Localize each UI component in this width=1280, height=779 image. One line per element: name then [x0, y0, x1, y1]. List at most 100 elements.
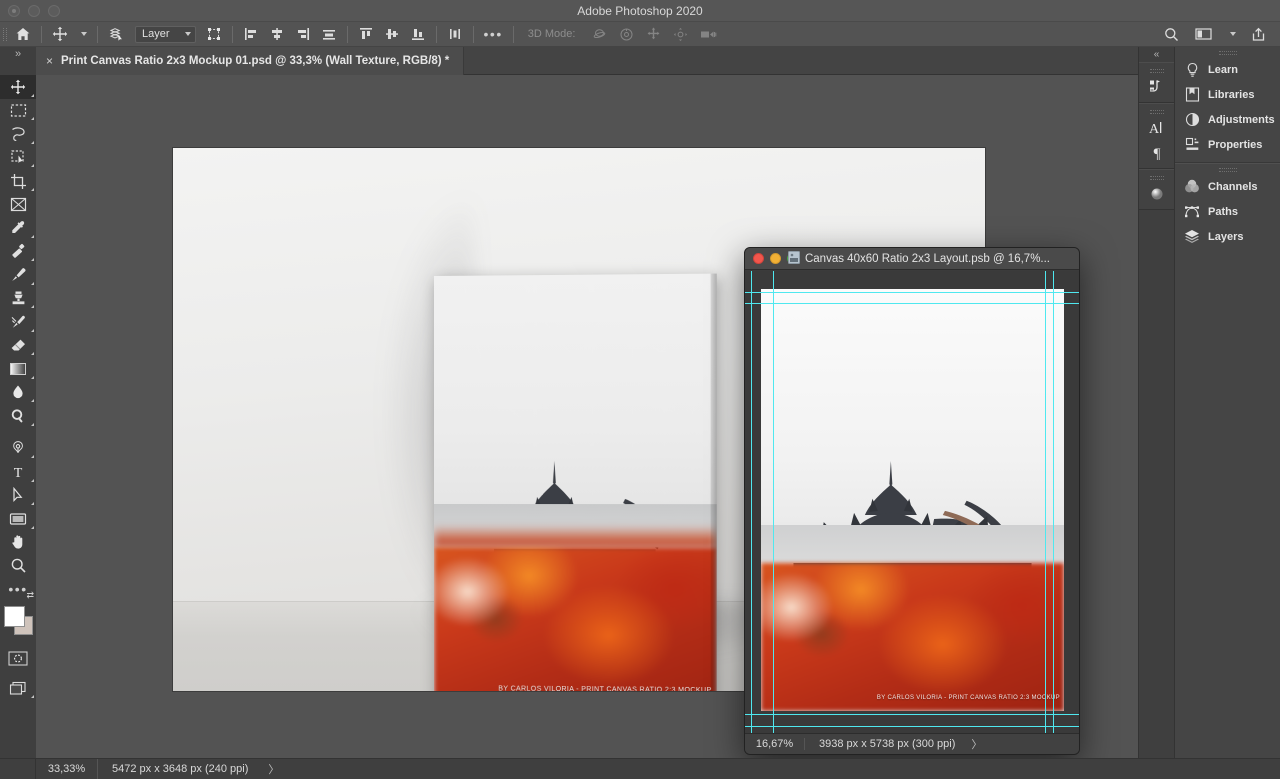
guide-vertical-4[interactable] — [1053, 271, 1054, 734]
character-panel-icon[interactable]: A — [1139, 115, 1174, 140]
move-tool-icon[interactable] — [47, 22, 73, 47]
roll-3d-icon[interactable] — [613, 22, 640, 47]
align-right-icon[interactable] — [290, 22, 316, 47]
lasso-tool[interactable] — [0, 122, 36, 146]
distribute-v-icon[interactable] — [442, 22, 468, 47]
align-center-h-icon[interactable] — [264, 22, 290, 47]
pan-3d-icon[interactable] — [640, 22, 667, 47]
guide-horizontal-4[interactable] — [745, 726, 1079, 727]
guide-vertical-3[interactable] — [1045, 271, 1046, 734]
frame-tool[interactable] — [0, 193, 36, 217]
orbit-3d-icon[interactable] — [586, 22, 613, 47]
floating-document-window[interactable]: Canvas 40x60 Ratio 2x3 Layout.psb @ 16,7… — [744, 247, 1080, 755]
dodge-tool[interactable] — [0, 404, 36, 428]
zoom-tool[interactable] — [0, 554, 36, 578]
floating-canvas[interactable]: BY CARLOS VILORIA - PRINT CANVAS RATIO 2… — [761, 289, 1064, 711]
panel-dock-grip[interactable] — [1175, 47, 1280, 57]
tool-flyout-indicator — [31, 93, 34, 97]
hand-tool[interactable] — [0, 531, 36, 555]
spot-healing-brush-tool[interactable] — [0, 240, 36, 264]
guide-horizontal-1[interactable] — [745, 292, 1079, 293]
align-left-icon[interactable] — [238, 22, 264, 47]
brush-tool[interactable] — [0, 263, 36, 287]
photoshop-window: Adobe Photoshop 2020 Layer ••• 3D Mode: … — [0, 0, 1280, 779]
guide-horizontal-3[interactable] — [745, 714, 1079, 715]
swap-colors-icon[interactable]: ⇄ — [26, 590, 34, 601]
styles-panel-icon[interactable] — [1139, 181, 1174, 206]
history-panel-icon[interactable] — [1139, 74, 1174, 99]
more-options-button[interactable]: ••• — [479, 22, 508, 47]
rectangle-tool[interactable] — [0, 507, 36, 531]
workspace-dropdown[interactable] — [1222, 22, 1241, 47]
panel-properties-label: Properties — [1208, 138, 1263, 151]
align-top-icon[interactable] — [353, 22, 379, 47]
show-transform-controls-icon[interactable] — [201, 22, 227, 47]
search-icon[interactable] — [1158, 22, 1185, 47]
tool-flyout-indicator — [31, 281, 34, 285]
panel-paths[interactable]: Paths — [1175, 199, 1280, 224]
foreground-color-swatch[interactable] — [4, 606, 25, 627]
pen-tool[interactable] — [0, 437, 36, 461]
type-tool[interactable]: T — [0, 460, 36, 484]
floating-window-title-bar[interactable]: Canvas 40x60 Ratio 2x3 Layout.psb @ 16,7… — [745, 248, 1079, 270]
divider — [41, 25, 42, 43]
crop-tool[interactable] — [0, 169, 36, 193]
panel-libraries[interactable]: Libraries — [1175, 82, 1280, 107]
quick-mask-icon[interactable] — [0, 647, 36, 671]
move-tool[interactable] — [0, 75, 36, 99]
align-bottom-icon[interactable] — [405, 22, 431, 47]
camera-3d-icon[interactable] — [694, 22, 722, 47]
tools-panel: T ••• ⇄ — [0, 75, 36, 758]
guide-horizontal-2[interactable] — [745, 303, 1079, 304]
floating-window-body[interactable]: BY CARLOS VILORIA - PRINT CANVAS RATIO 2… — [745, 271, 1079, 734]
path-selection-tool[interactable] — [0, 484, 36, 508]
layer-scope-select[interactable]: Layer — [130, 22, 201, 47]
blur-tool[interactable] — [0, 381, 36, 405]
collapse-dock-button[interactable]: « — [1139, 47, 1174, 62]
divider — [97, 25, 98, 43]
move-tool-dropdown[interactable] — [73, 22, 92, 47]
align-center-v-icon[interactable] — [379, 22, 405, 47]
status-expand-arrow[interactable]: 〉 — [268, 761, 279, 777]
document-tab[interactable]: × Print Canvas Ratio 2x3 Mockup 01.psd @… — [36, 47, 465, 75]
panel-adjustments[interactable]: Adjustments — [1175, 107, 1280, 132]
tool-flyout-indicator — [31, 422, 34, 426]
tool-flyout-indicator — [31, 352, 34, 355]
history-brush-tool[interactable] — [0, 310, 36, 334]
panel-properties[interactable]: Properties — [1175, 132, 1280, 157]
zoom-level[interactable]: 33,33% — [36, 758, 98, 779]
guide-vertical-1[interactable] — [751, 271, 752, 734]
panel-channels[interactable]: Channels — [1175, 174, 1280, 199]
panel-group-grip[interactable] — [1139, 66, 1174, 74]
floating-window-title: Canvas 40x60 Ratio 2x3 Layout.psb @ 16,7… — [745, 248, 1079, 270]
clone-stamp-tool[interactable] — [0, 287, 36, 311]
slide-3d-icon[interactable] — [667, 22, 694, 47]
home-icon[interactable] — [10, 22, 36, 47]
tool-flyout-indicator — [31, 258, 34, 261]
options-bar: Layer ••• 3D Mode: — [0, 22, 1280, 47]
close-icon[interactable]: × — [46, 54, 53, 68]
floating-midground — [761, 525, 1064, 564]
workspace-icon[interactable] — [1189, 22, 1218, 47]
panel-group-grip[interactable] — [1139, 107, 1174, 115]
panel-group-grip[interactable] — [1139, 173, 1174, 181]
expand-panels-left-button[interactable]: » — [0, 47, 36, 75]
distribute-h-icon[interactable] — [316, 22, 342, 47]
panel-learn[interactable]: Learn — [1175, 57, 1280, 82]
object-selection-tool[interactable] — [0, 146, 36, 170]
panel-layers[interactable]: Layers — [1175, 224, 1280, 249]
paragraph-panel-icon[interactable]: ¶ — [1139, 140, 1174, 165]
options-bar-grip[interactable] — [0, 22, 10, 47]
eraser-tool[interactable] — [0, 334, 36, 358]
rectangular-marquee-tool[interactable] — [0, 99, 36, 123]
screen-mode-icon[interactable] — [0, 677, 36, 701]
eyedropper-tool[interactable] — [0, 216, 36, 240]
panel-dock-grip-2[interactable] — [1175, 164, 1280, 174]
auto-select-layers-icon[interactable] — [103, 22, 130, 47]
floating-status-expand-arrow[interactable]: 〉 — [971, 736, 982, 752]
guide-vertical-2[interactable] — [773, 271, 774, 734]
share-icon[interactable] — [1245, 22, 1272, 47]
canvas-print-mockup[interactable]: BY CARLOS VILORIA - PRINT CANVAS RATIO 2… — [434, 273, 717, 691]
floating-zoom-level[interactable]: 16,67% — [745, 738, 805, 750]
gradient-tool[interactable] — [0, 357, 36, 381]
